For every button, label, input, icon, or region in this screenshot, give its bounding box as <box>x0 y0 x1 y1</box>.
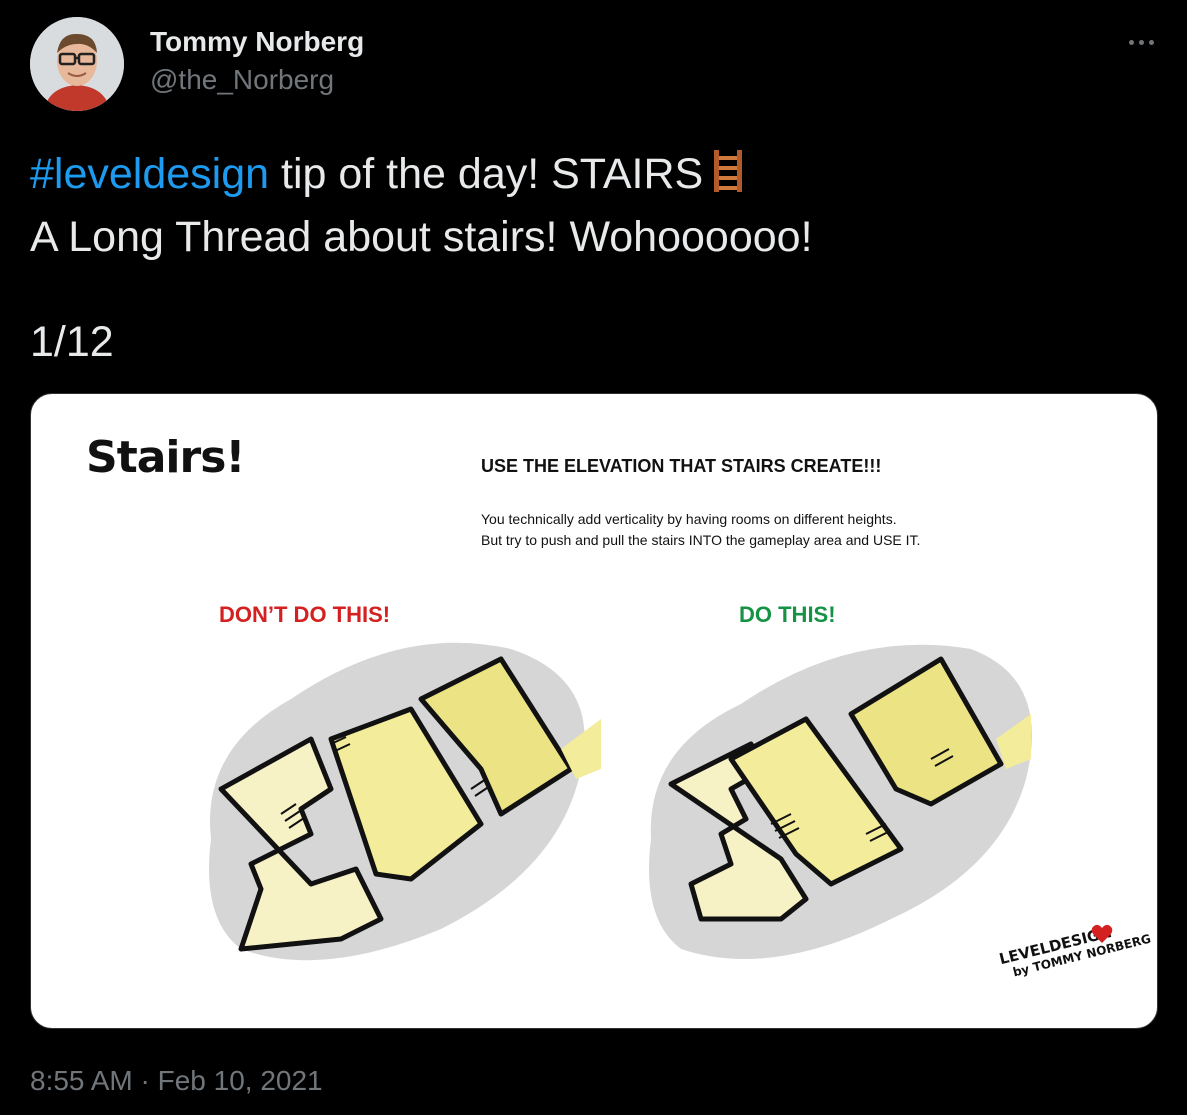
image-body-line-2: But try to push and pull the stairs INTO… <box>481 532 921 548</box>
dont-layout-map <box>209 642 601 961</box>
heart-icon <box>1091 924 1113 943</box>
image-title: Stairs! <box>86 432 245 483</box>
tweet-text: #leveldesign tip of the day! STAIRS A Lo… <box>30 146 1150 266</box>
image-body-text: You technically add verticality by havin… <box>481 509 920 551</box>
author-avatar[interactable] <box>30 17 124 111</box>
author-name[interactable]: Tommy Norberg <box>150 26 364 58</box>
ladder-icon <box>711 148 745 209</box>
hashtag-link[interactable]: #leveldesign <box>30 150 269 198</box>
more-icon <box>1149 40 1154 45</box>
image-body-line-1: You technically add verticality by havin… <box>481 511 897 527</box>
author-handle[interactable]: @the_Norberg <box>150 64 334 96</box>
more-icon <box>1129 40 1134 45</box>
thread-counter: 1/12 <box>30 318 114 366</box>
tweet-line-1: #leveldesign tip of the day! STAIRS <box>30 146 1150 209</box>
tweet-line-1-text: tip of the day! STAIRS <box>269 150 704 198</box>
image-heading: USE THE ELEVATION THAT STAIRS CREATE!!! <box>481 456 882 476</box>
tweet-media-image[interactable]: Stairs! USE THE ELEVATION THAT STAIRS CR… <box>30 393 1158 1029</box>
more-options-button[interactable] <box>1124 26 1160 58</box>
do-layout-map <box>649 644 1032 959</box>
tweet-line-2: A Long Thread about stairs! Wohoooooo! <box>30 213 813 261</box>
user-avatar-icon <box>30 17 124 111</box>
tweet-timestamp[interactable]: 8:55 AM · Feb 10, 2021 <box>30 1065 323 1097</box>
more-icon <box>1139 40 1144 45</box>
